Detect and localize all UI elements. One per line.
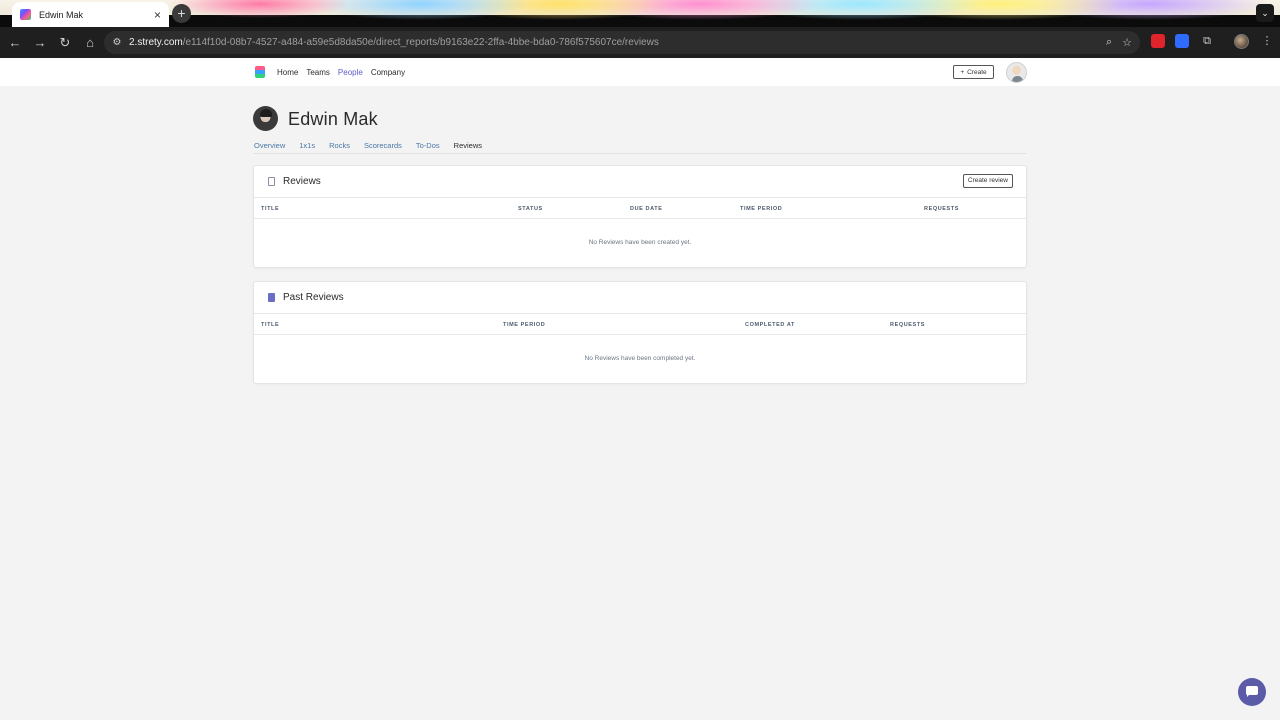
tab-overview[interactable]: Overview <box>254 141 285 150</box>
back-icon[interactable]: ← <box>3 31 27 55</box>
column-time-period[interactable]: TIME PERIOD <box>503 322 545 328</box>
tab-search-button[interactable]: ⌄ <box>1256 4 1274 22</box>
top-navigation: Home Teams People Company <box>277 58 405 86</box>
app-header: Home Teams People Company <box>0 58 1280 86</box>
past-reviews-card: Past Reviews TITLE TIME PERIOD COMPLETED… <box>253 281 1027 384</box>
address-bar[interactable]: ⚙ 2.strety.com/e114f10d-08b7-4527-a484-a… <box>104 31 1140 54</box>
past-reviews-card-header: Past Reviews <box>254 282 1026 314</box>
url-domain: 2.strety.com <box>129 37 183 48</box>
home-icon[interactable]: ⌂ <box>78 31 102 55</box>
browser-profile-avatar[interactable] <box>1234 34 1249 49</box>
book-icon <box>268 293 275 302</box>
close-icon[interactable]: × <box>154 9 161 21</box>
reload-icon[interactable]: ↻ <box>53 31 77 55</box>
reviews-table-header: TITLE STATUS DUE DATE TIME PERIOD REQUES… <box>254 198 1026 219</box>
plus-icon: + <box>960 68 965 76</box>
profile-tabs: Overview 1x1s Rocks Scorecards To-Dos Re… <box>254 141 482 150</box>
tab-rocks[interactable]: Rocks <box>329 141 350 150</box>
extensions-puzzle-icon[interactable]: ⧉ <box>1200 34 1214 48</box>
create-review-button[interactable]: Create review <box>962 174 1013 188</box>
nav-people[interactable]: People <box>338 68 363 77</box>
column-completed-at[interactable]: COMPLETED AT <box>745 322 795 328</box>
nav-home[interactable]: Home <box>277 68 298 77</box>
past-reviews-title: Past Reviews <box>283 292 344 303</box>
tabstrip-decoration <box>0 0 1280 27</box>
site-info-icon[interactable]: ⚙ <box>110 36 124 50</box>
browser-tab[interactable]: Edwin Mak × <box>12 2 169 27</box>
past-reviews-empty-state: No Reviews have been completed yet. <box>584 355 696 362</box>
nav-teams[interactable]: Teams <box>306 68 330 77</box>
chat-launcher-icon[interactable] <box>1238 678 1266 706</box>
tabs-divider <box>253 153 1027 154</box>
browser-toolbar: ← → ↻ ⌂ ⚙ 2.strety.com/e114f10d-08b7-452… <box>0 27 1280 58</box>
column-requests[interactable]: REQUESTS <box>924 206 959 212</box>
reviews-card-header: Reviews Create review <box>254 166 1026 198</box>
column-due-date[interactable]: DUE DATE <box>630 206 663 212</box>
browser-menu-icon[interactable]: ⋮ <box>1260 34 1274 48</box>
column-title[interactable]: TITLE <box>261 322 279 328</box>
create-button-label: Create <box>967 68 987 76</box>
new-tab-button[interactable]: + <box>172 4 191 23</box>
reviews-title: Reviews <box>283 176 321 187</box>
nav-company[interactable]: Company <box>371 68 405 77</box>
column-time-period[interactable]: TIME PERIOD <box>740 206 782 212</box>
reviews-empty-state: No Reviews have been created yet. <box>588 239 692 246</box>
zoom-icon[interactable]: ⌕ <box>1106 36 1112 49</box>
strety-logo-icon[interactable] <box>255 66 265 78</box>
extension-blue-icon[interactable] <box>1175 34 1189 48</box>
column-status[interactable]: STATUS <box>518 206 543 212</box>
create-button[interactable]: + Create <box>953 65 994 79</box>
reviews-card: Reviews Create review TITLE STATUS DUE D… <box>253 165 1027 268</box>
profile-avatar <box>253 106 278 131</box>
bookmark-star-icon[interactable]: ☆ <box>1122 36 1132 49</box>
url-text: 2.strety.com/e114f10d-08b7-4527-a484-a59… <box>129 37 659 48</box>
column-requests[interactable]: REQUESTS <box>890 322 925 328</box>
forward-icon[interactable]: → <box>28 31 52 55</box>
extension-red-icon[interactable] <box>1151 34 1165 48</box>
past-reviews-table-header: TITLE TIME PERIOD COMPLETED AT REQUESTS <box>254 314 1026 335</box>
column-title[interactable]: TITLE <box>261 206 279 212</box>
browser-tabstrip: Edwin Mak × + ⌄ <box>0 0 1280 27</box>
profile-name: Edwin Mak <box>288 109 378 129</box>
tab-1x1s[interactable]: 1x1s <box>299 141 315 150</box>
tab-reviews[interactable]: Reviews <box>454 141 482 150</box>
strety-favicon-icon <box>20 9 31 20</box>
tab-scorecards[interactable]: Scorecards <box>364 141 402 150</box>
user-avatar[interactable] <box>1006 62 1027 83</box>
tab-todos[interactable]: To-Dos <box>416 141 440 150</box>
tab-title: Edwin Mak <box>39 9 84 20</box>
document-icon <box>268 177 275 186</box>
url-path: /e114f10d-08b7-4527-a484-a59e5d8da50e/di… <box>182 37 659 48</box>
